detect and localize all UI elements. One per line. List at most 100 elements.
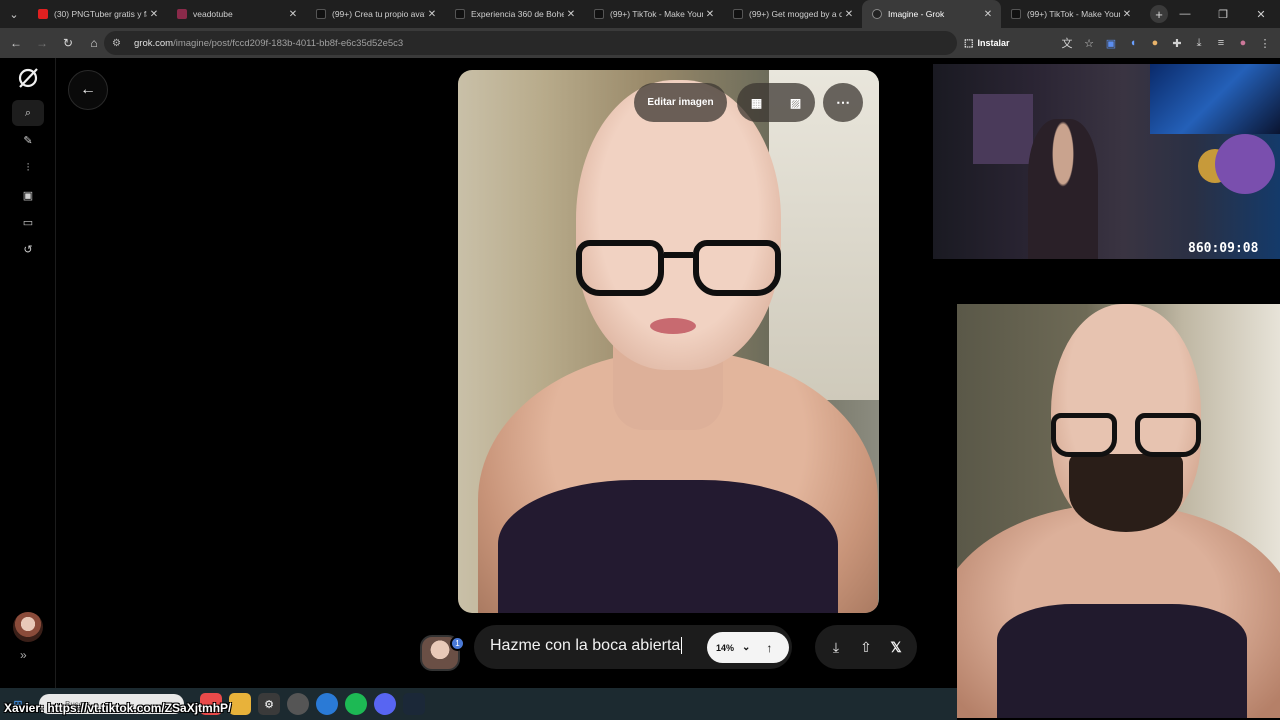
close-icon[interactable]: ✕ [286, 9, 300, 20]
install-label: Instalar [977, 38, 1010, 48]
reload-icon[interactable]: ↻ [56, 31, 80, 55]
tab-title: veadotube [193, 9, 233, 19]
veadotube-icon [177, 9, 187, 19]
forward-icon[interactable]: → [30, 31, 54, 55]
extensions-puzzle-icon[interactable]: ✚ [1166, 31, 1188, 55]
more-options-button[interactable]: ⋯ [823, 83, 863, 122]
back-button[interactable]: ← [68, 70, 108, 110]
download-icon[interactable]: ⤓ [1188, 31, 1210, 55]
edited-result-overlay [957, 304, 1280, 718]
tab-title: (30) PNGTuber gratis y fá [54, 9, 147, 19]
grok-sidebar: ⌕ ✎ ⫶ ▣ ▭ ↺ » [0, 58, 56, 688]
share-icon[interactable]: ⇧ [854, 639, 878, 656]
reference-count-badge: 1 [450, 636, 465, 651]
tiktok-icon [455, 9, 465, 19]
user-avatar[interactable] [13, 612, 43, 642]
install-button[interactable]: ⬚ Instalar [964, 34, 1009, 52]
tab-veadotube[interactable]: veadotube ✕ [167, 0, 306, 28]
imagine-gallery-icon[interactable]: ▣ [18, 185, 38, 205]
tab-search-icon[interactable]: ⌄ [0, 0, 28, 28]
chat-overlay-link: Xavier: https://vt.tiktok.com/ZSaXjtmhP/ [4, 701, 232, 715]
menu-kebab-icon[interactable]: ⋮ [1254, 31, 1276, 55]
close-icon[interactable]: ✕ [1120, 9, 1134, 20]
extension-lock-icon[interactable]: ● [1144, 31, 1166, 55]
youtube-icon [38, 9, 48, 19]
back-icon[interactable]: ← [4, 31, 28, 55]
tiktok-icon [594, 9, 604, 19]
strength-value: 14% [716, 642, 735, 653]
generated-image [458, 70, 879, 613]
tab-tiktok-avatar[interactable]: (99+) Crea tu propio avata ✕ [306, 0, 445, 28]
history-icon[interactable]: ↺ [18, 239, 38, 259]
translate-icon[interactable]: 文 [1056, 31, 1078, 55]
strength-selector[interactable]: 14% ⌄ ↑ [707, 632, 789, 663]
streamer-webcam [933, 64, 1280, 259]
prompt-value: Hazme con la boca abierta [490, 637, 681, 654]
close-icon[interactable]: ✕ [425, 9, 439, 20]
close-icon[interactable]: ✕ [703, 9, 717, 20]
text-caret [681, 637, 683, 655]
share-actions: ⤓ ⇧ 𝕏 [815, 625, 917, 669]
tiktok-icon [1011, 9, 1021, 19]
media-icon[interactable]: ≡ [1210, 31, 1232, 55]
view-toggle-group: ▦ ▨ [737, 83, 815, 122]
grok-icon [872, 9, 882, 19]
prompt-text[interactable]: Hazme con la boca abierta [490, 637, 683, 655]
maximize-icon[interactable]: ❐ [1204, 0, 1242, 28]
tab-tiktok-mogged[interactable]: (99+) Get mogged by a dr ✕ [723, 0, 862, 28]
voice-waveform-icon[interactable]: ⫶ [18, 158, 38, 178]
extension-translate-icon[interactable]: ▣ [1100, 31, 1122, 55]
extension-audio-icon[interactable]: ◖ [1122, 31, 1144, 55]
address-bar[interactable]: ⚙ grok.com/imagine/post/fccd209f-183b-40… [104, 31, 957, 55]
tiktok-icon [733, 9, 743, 19]
profile-avatar-icon[interactable]: ● [1232, 31, 1254, 55]
home-icon[interactable]: ⌂ [82, 31, 106, 55]
close-icon[interactable]: ✕ [564, 9, 578, 20]
tab-pngtuber[interactable]: (30) PNGTuber gratis y fá ✕ [28, 0, 167, 28]
toolbar-right: 文 ☆ ▣ ◖ ● ✚ ⤓ ≡ ● ⋮ [1056, 31, 1276, 55]
tab-title: Imagine - Grok [888, 9, 945, 19]
stream-timer: 860:09:08 [1188, 241, 1259, 256]
overwatch-icon[interactable] [287, 693, 309, 715]
tab-tiktok-make-2[interactable]: (99+) TikTok - Make Your ✕ [1001, 0, 1140, 28]
tab-title: (99+) TikTok - Make Your [610, 9, 703, 19]
tab-title: (99+) Crea tu propio avata [332, 9, 425, 19]
close-icon[interactable]: ✕ [842, 9, 856, 20]
tiktok-icon [316, 9, 326, 19]
projects-folder-icon[interactable]: ▭ [18, 212, 38, 232]
image-icon[interactable]: ▨ [790, 96, 801, 110]
url-host: grok.com [134, 37, 174, 49]
more-dots-icon: ⋯ [836, 94, 850, 110]
close-icon[interactable]: ✕ [147, 9, 161, 20]
expand-sidebar-icon[interactable]: » [20, 648, 27, 662]
submit-arrow-up-icon[interactable]: ↑ [766, 641, 772, 655]
video-frames-icon[interactable]: ▦ [751, 96, 762, 110]
file-explorer-icon[interactable] [229, 693, 251, 715]
install-icon: ⬚ [964, 37, 974, 49]
browser-toolbar: ← → ↻ ⌂ ⚙ grok.com/imagine/post/fccd209f… [0, 28, 1280, 58]
bookmark-star-icon[interactable]: ☆ [1078, 31, 1100, 55]
new-chat-edit-icon[interactable]: ✎ [18, 130, 38, 150]
chrome-icon[interactable] [316, 693, 338, 715]
x-share-icon[interactable]: 𝕏 [884, 639, 908, 656]
edit-image-button[interactable]: Editar imagen [634, 83, 727, 122]
site-info-icon[interactable]: ⚙ [112, 38, 128, 49]
tab-strip: ⌄ (30) PNGTuber gratis y fá ✕ veadotube … [0, 0, 1280, 28]
download-button-icon[interactable]: ⤓ [824, 639, 848, 656]
close-window-icon[interactable]: ✕ [1242, 0, 1280, 28]
tab-tiktok-360[interactable]: Experiencia 360 de Bohem ✕ [445, 0, 584, 28]
close-icon[interactable]: ✕ [981, 9, 995, 20]
discord-icon[interactable] [374, 693, 396, 715]
steam-icon[interactable] [403, 693, 425, 715]
search-icon[interactable]: ⌕ [12, 100, 44, 126]
window-controls: — ❐ ✕ [1166, 0, 1280, 28]
arrow-left-icon: ← [80, 81, 96, 98]
settings-icon[interactable]: ⚙ [258, 693, 280, 715]
spotify-icon[interactable] [345, 693, 367, 715]
tab-title: (99+) TikTok - Make Your [1027, 9, 1120, 19]
minimize-icon[interactable]: — [1166, 0, 1204, 28]
screen: ⌄ (30) PNGTuber gratis y fá ✕ veadotube … [0, 0, 1280, 720]
tab-imagine-grok[interactable]: Imagine - Grok ✕ [862, 0, 1001, 28]
grok-logo-icon[interactable] [16, 66, 40, 90]
tab-tiktok-make[interactable]: (99+) TikTok - Make Your ✕ [584, 0, 723, 28]
